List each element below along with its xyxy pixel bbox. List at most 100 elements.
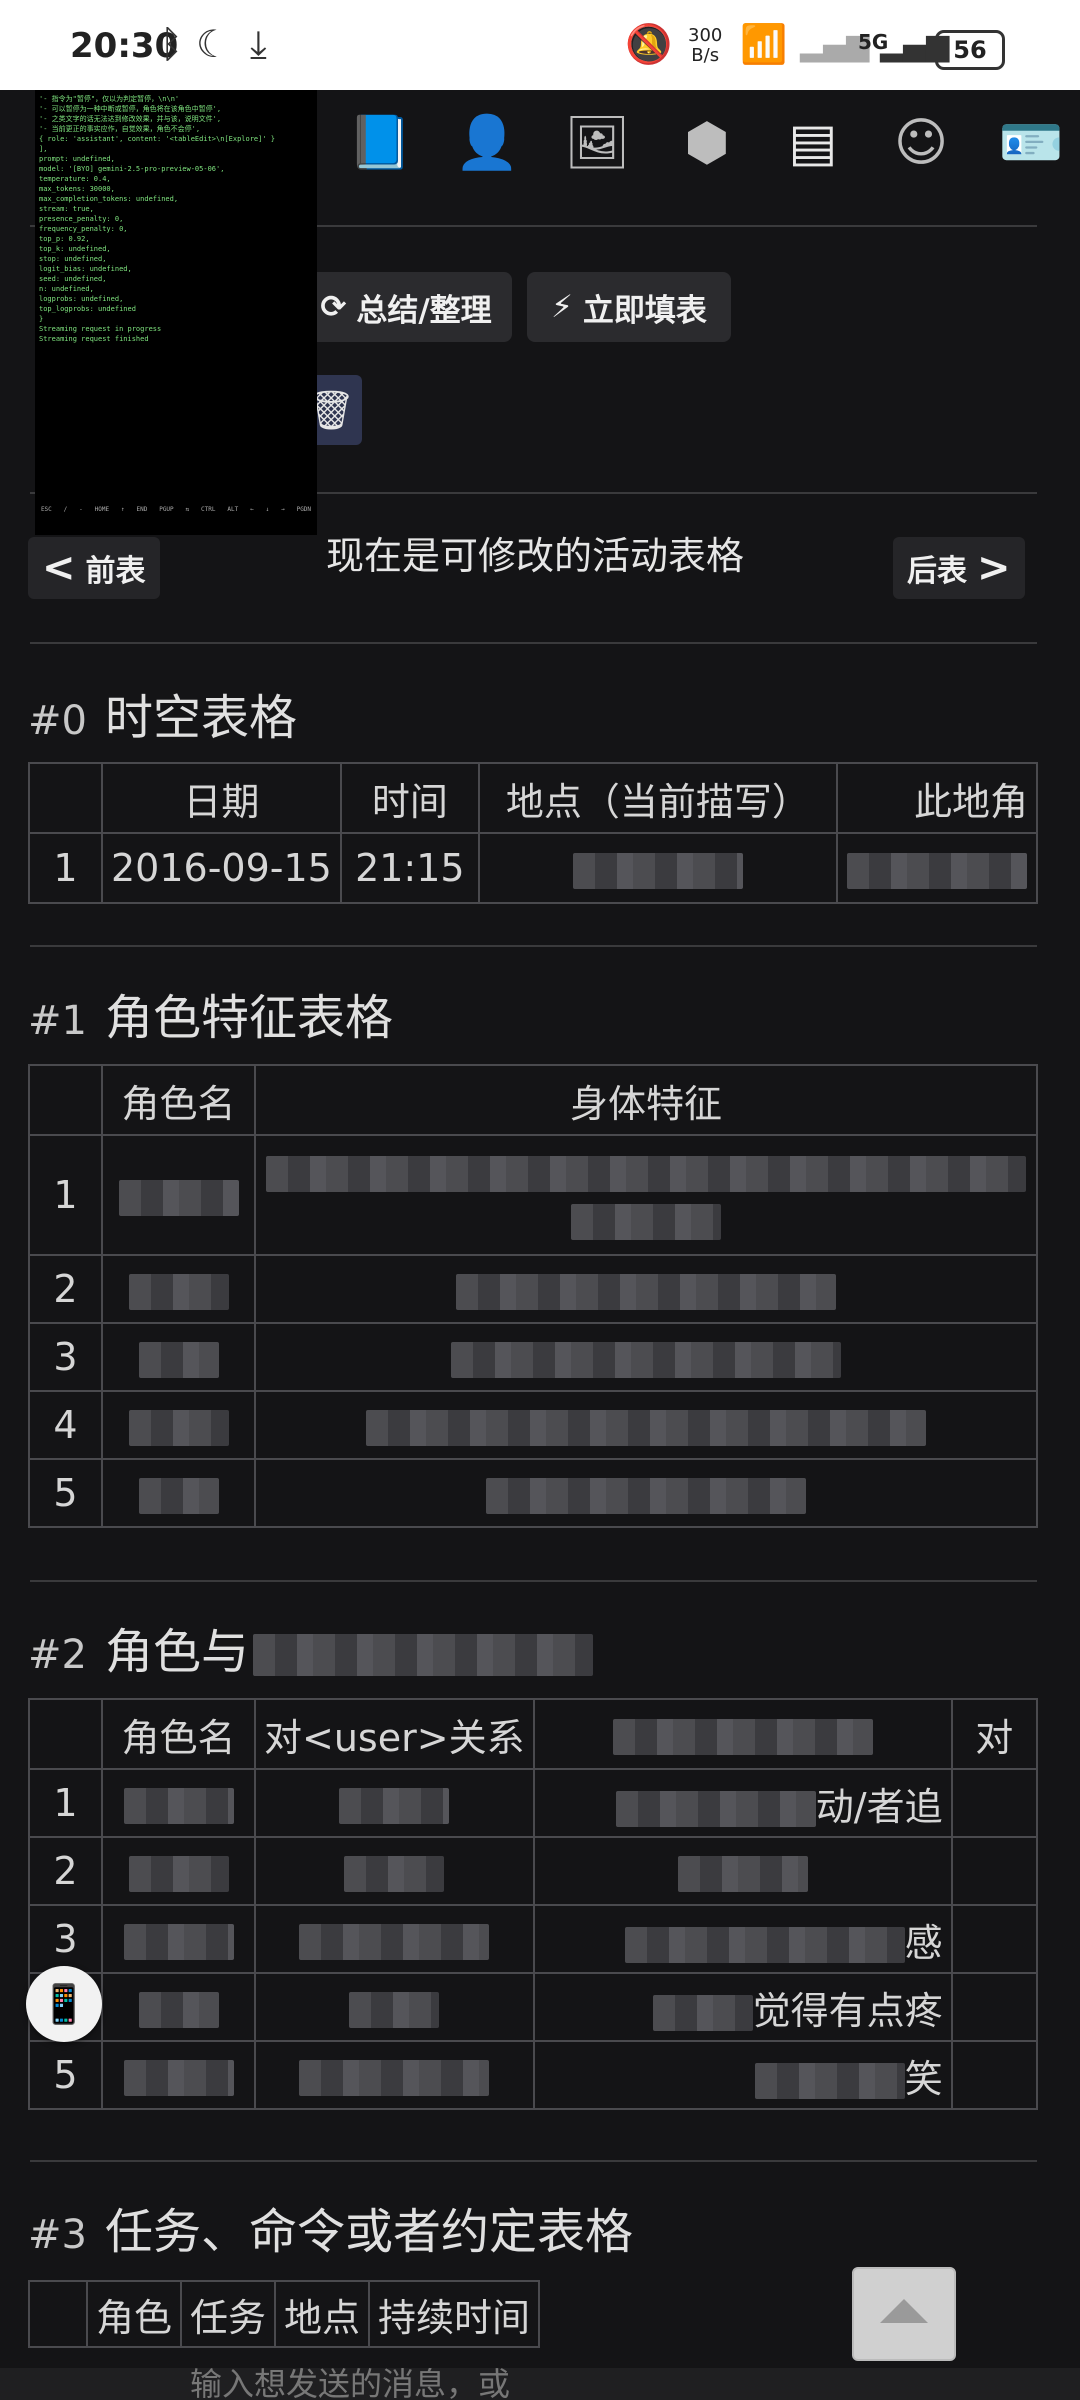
section-title: #3 任务、命令或者约定表格	[28, 2204, 633, 2260]
console-line: '- 可以暂停为一种中断或暂停，角色将在该角色中暂停',	[39, 105, 222, 113]
table-row[interactable]: 5	[28, 1458, 1038, 1528]
console-line: Streaming request finished	[39, 335, 149, 343]
book-globe-icon[interactable]: 📘	[345, 108, 415, 178]
character-traits-table: 角色名 身体特征 1 2 3 4 5	[28, 1064, 1038, 1528]
console-line: max_tokens: 30000,	[39, 185, 115, 193]
header-partial: 对	[950, 1698, 1039, 1770]
redacted-cell	[101, 1390, 256, 1460]
redacted-cell	[254, 1254, 1038, 1324]
header-time: 时间	[339, 762, 480, 834]
terminal-key[interactable]: END	[136, 505, 147, 515]
terminal-key[interactable]: /	[64, 505, 68, 515]
battery-level: 56	[935, 30, 1005, 70]
fill-now-button[interactable]: ⚡ 立即填表	[527, 272, 731, 342]
section-title: #1 角色特征表格	[28, 990, 393, 1046]
chevron-right-icon: >	[977, 545, 1011, 591]
download-icon: ⤓	[250, 22, 267, 66]
wifi-icon: 📶	[740, 22, 788, 66]
debug-console-overlay[interactable]: '- 指令为"暂停"，仅以为判定暂停，\n\n' '- 可以暂停为一种中断或暂停…	[35, 90, 317, 535]
header-location: 地点（当前描写）	[477, 762, 838, 834]
server-icon[interactable]: ▤	[778, 108, 848, 178]
redacted-cell	[101, 1134, 256, 1256]
prev-table-button[interactable]: < 前表	[28, 537, 160, 599]
mobile-phone-icon: 📱	[40, 1982, 88, 2026]
divider	[30, 2160, 1037, 2162]
table-row[interactable]: 1 2016-09-15 21:15	[28, 832, 1039, 904]
console-line: n: undefined,	[39, 285, 94, 293]
header-characters-here: 此地角	[835, 762, 1039, 834]
relationship-table: 角色名 对<user>关系 对 1 动/者追 2 3 感 4 觉得有点疼 5 笑	[28, 1698, 1039, 2110]
terminal-key[interactable]: ALT	[227, 505, 238, 515]
console-line: { role: 'assistant', content: '<tableEdi…	[39, 135, 276, 143]
section-title: #2 角色与	[28, 1612, 593, 1682]
console-line: '- 当前更正的事实应作，自觉效果，角色不会停',	[39, 125, 201, 133]
image-icon[interactable]: 🖼	[562, 108, 632, 178]
header-index	[28, 762, 103, 834]
next-table-button[interactable]: 后表 >	[893, 537, 1025, 599]
table-row[interactable]: 3	[28, 1322, 1038, 1392]
redacted-cell	[835, 832, 1039, 904]
terminal-key[interactable]: ↑	[121, 505, 125, 515]
divider	[30, 1580, 1037, 1582]
terminal-key[interactable]: PGUP	[159, 505, 173, 515]
person-icon[interactable]: 👤	[452, 108, 522, 178]
smiley-icon[interactable]: ☺	[886, 108, 956, 178]
bell-off-icon: 🔕	[625, 22, 673, 66]
console-line: logit_bias: undefined,	[39, 265, 132, 273]
summarize-button[interactable]: ⟳ 总结/整理	[300, 272, 512, 342]
refresh-icon: ⟳	[320, 289, 347, 325]
task-table: 角色 任务 地点 持续时间	[28, 2280, 541, 2348]
console-line: Streaming request in progress	[39, 325, 162, 333]
redacted-cell	[101, 1458, 256, 1528]
cubes-icon[interactable]: ⬢	[672, 108, 742, 178]
redacted-title	[252, 1634, 593, 1676]
terminal-key[interactable]: -	[79, 505, 83, 515]
console-line: stream: true,	[39, 205, 94, 213]
redacted-cell	[254, 1458, 1038, 1528]
redacted-cell	[477, 832, 838, 904]
table-row[interactable]: 4	[28, 1390, 1038, 1460]
table-row[interactable]: 1	[28, 1134, 1038, 1256]
console-line: top_k: undefined,	[39, 245, 111, 253]
phone-toggle-button[interactable]: 📱	[26, 1966, 102, 2042]
console-line: model: '[BYO] gemini-2.5-pro-preview-05-…	[39, 165, 225, 173]
console-line: temperature: 0.4,	[39, 175, 111, 183]
table-row[interactable]: 2	[28, 1836, 1039, 1906]
terminal-key[interactable]: CTRL	[201, 505, 215, 515]
terminal-key[interactable]: PGDN	[297, 505, 311, 515]
status-bar: 20:30 ᛒ ☾ ⤓ 🔕 300 B/s 📶 ▂▄▆ 5G ▂▄▆ 56	[0, 0, 1080, 90]
header-character-name: 角色名	[101, 1064, 256, 1136]
table-row[interactable]: 5 笑	[28, 2040, 1039, 2110]
terminal-keys[interactable]: ESC / - HOME ↑ END PGUP ⇆ CTRL ALT ← ↓ → PGDN	[35, 505, 317, 515]
terminal-key[interactable]: ↓	[266, 505, 270, 515]
header-relationship: 对<user>关系	[254, 1698, 535, 1770]
header-role: 角色	[85, 2280, 183, 2348]
spacetime-table: 日期 时间 地点（当前描写） 此地角 1 2016-09-15 21:15	[28, 762, 1039, 904]
console-line: top_logprobs: undefined	[39, 305, 136, 313]
redacted-cell	[254, 1134, 1038, 1256]
console-line: prompt: undefined,	[39, 155, 115, 163]
chevron-left-icon: <	[42, 545, 76, 591]
net-speed: 300 B/s	[688, 25, 723, 66]
header-location: 地点	[274, 2280, 371, 2348]
table-row[interactable]: 3 感	[28, 1904, 1039, 1974]
divider	[30, 945, 1037, 947]
scroll-to-top-button[interactable]	[852, 2267, 956, 2361]
console-line: '- 之类文字的话无法达到修改效果，并与该，说明文件',	[39, 115, 222, 123]
header-duration: 持续时间	[368, 2280, 541, 2348]
console-line: logprobs: undefined,	[39, 295, 124, 303]
bluetooth-icon: ᛒ	[160, 22, 183, 66]
table-row[interactable]: 2	[28, 1254, 1038, 1324]
terminal-key[interactable]: →	[281, 505, 285, 515]
message-input[interactable]: 输入想发送的消息，或	[0, 2368, 1080, 2400]
table-row[interactable]: 1 动/者追	[28, 1768, 1039, 1838]
lightning-icon: ⚡	[551, 289, 573, 325]
table-row[interactable]: 4 觉得有点疼	[28, 1972, 1039, 2042]
terminal-key[interactable]: ESC	[41, 505, 52, 515]
terminal-key[interactable]: ⇆	[186, 505, 190, 515]
id-card-icon[interactable]: 🪪	[996, 108, 1066, 178]
console-line: frequency_penalty: 0,	[39, 225, 128, 233]
terminal-key[interactable]: ←	[250, 505, 254, 515]
header-body-traits: 身体特征	[254, 1064, 1038, 1136]
terminal-key[interactable]: HOME	[95, 505, 109, 515]
